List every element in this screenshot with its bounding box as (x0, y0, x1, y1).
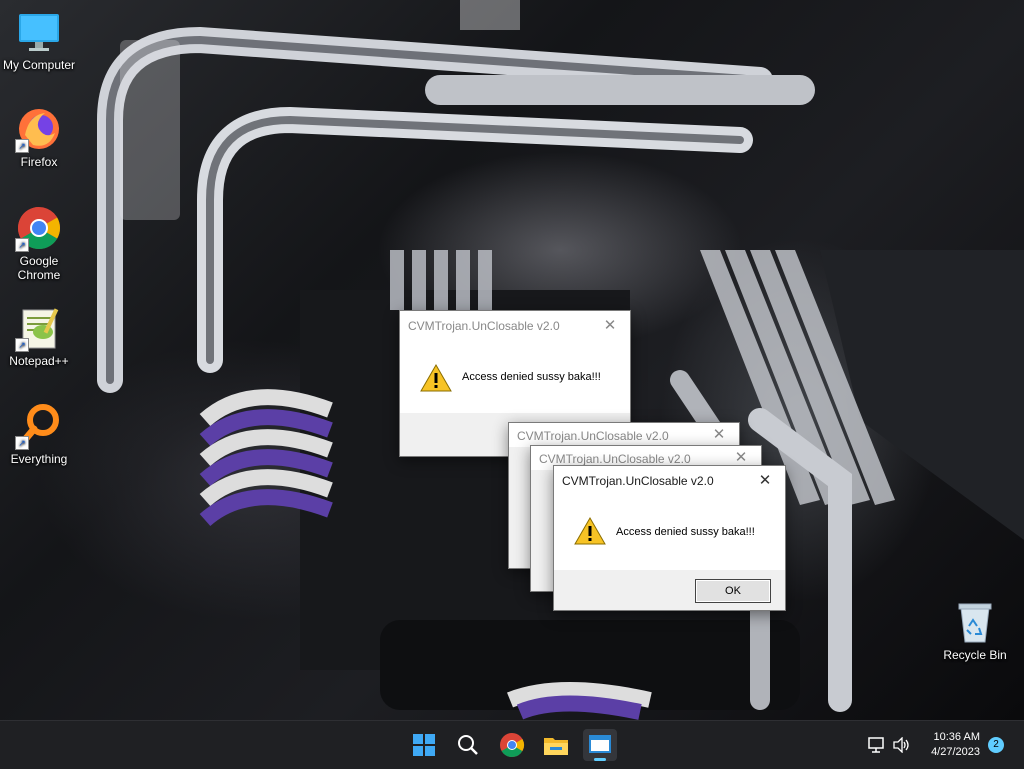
network-icon[interactable] (868, 737, 886, 753)
clock-time: 10:36 AM (933, 731, 980, 743)
desktop-icon-recycle-bin[interactable]: Recycle Bin (937, 598, 1013, 662)
desktop-icon-label: Recycle Bin (943, 648, 1007, 662)
desktop-icon-google-chrome[interactable]: ↗ Google Chrome (1, 204, 77, 282)
active-indicator (594, 758, 606, 761)
desktop-icon-label: Google Chrome (17, 254, 61, 282)
clock-date: 4/27/2023 (931, 746, 980, 758)
close-icon[interactable]: ✕ (745, 466, 785, 496)
file-explorer-icon (544, 738, 568, 755)
dialog-title-bar[interactable]: CVMTrojan.UnClosable v2.0 ✕ (554, 466, 785, 496)
desktop-icon-label: Notepad++ (9, 354, 69, 368)
recycle-bin-icon (951, 598, 999, 646)
dialog-title-bar[interactable]: CVMTrojan.UnClosable v2.0 ✕ (400, 311, 630, 341)
desktop-icon-label: Firefox (20, 155, 58, 169)
close-icon[interactable]: ✕ (590, 311, 630, 341)
desktop-icon-everything[interactable]: ↗ Everything (1, 402, 77, 466)
volume-icon[interactable] (892, 737, 910, 753)
desktop-icon-label: Everything (10, 452, 68, 466)
chrome-icon: ↗ (15, 204, 63, 252)
chrome-icon (500, 733, 525, 758)
dialog-body: Access denied sussy baka!!! (554, 496, 785, 570)
taskbar: 10:36 AM 4/27/2023 2 (0, 720, 1024, 769)
dialog-message: Access denied sussy baka!!! (462, 371, 601, 383)
everything-search-icon: ↗ (15, 402, 63, 450)
dialog-message: Access denied sussy baka!!! (616, 526, 755, 538)
warning-icon (420, 363, 452, 392)
monitor-icon (15, 8, 63, 56)
notepadpp-icon: ↗ (15, 304, 63, 352)
desktop-icon-notepadpp[interactable]: ↗ Notepad++ (1, 304, 77, 368)
taskbar-trojan-app[interactable] (583, 729, 617, 761)
trojan-app-icon (589, 735, 611, 753)
shortcut-arrow-icon: ↗ (15, 436, 29, 450)
dialog-body: Access denied sussy baka!!! (400, 341, 630, 413)
taskbar-chrome[interactable] (495, 729, 529, 761)
warning-icon (574, 516, 606, 545)
shortcut-arrow-icon: ↗ (15, 139, 29, 153)
dialog-title: CVMTrojan.UnClosable v2.0 (539, 452, 691, 466)
desktop-icon-firefox[interactable]: ↗ Firefox (1, 105, 77, 169)
ok-button[interactable]: OK (695, 579, 771, 603)
desktop-icon-my-computer[interactable]: My Computer (1, 8, 77, 72)
search-button[interactable] (451, 729, 485, 761)
dialog-title: CVMTrojan.UnClosable v2.0 (408, 319, 560, 333)
close-icon[interactable]: ✕ (699, 423, 739, 447)
desktop-icon-label: My Computer (2, 58, 76, 72)
dialog-title-bar[interactable]: CVMTrojan.UnClosable v2.0 ✕ (509, 423, 739, 447)
shortcut-arrow-icon: ↗ (15, 238, 29, 252)
clock[interactable]: 10:36 AM 4/27/2023 (931, 730, 980, 760)
firefox-icon: ↗ (15, 105, 63, 153)
notification-badge[interactable]: 2 (988, 737, 1004, 753)
search-icon (458, 735, 478, 755)
start-icon (413, 734, 435, 756)
dialog-title: CVMTrojan.UnClosable v2.0 (517, 429, 669, 443)
taskbar-file-explorer[interactable] (539, 729, 573, 761)
start-button[interactable] (407, 729, 441, 761)
dialog-title: CVMTrojan.UnClosable v2.0 (562, 474, 714, 488)
trojan-dialog-active[interactable]: CVMTrojan.UnClosable v2.0 ✕ Access denie… (553, 465, 786, 611)
shortcut-arrow-icon: ↗ (15, 338, 29, 352)
